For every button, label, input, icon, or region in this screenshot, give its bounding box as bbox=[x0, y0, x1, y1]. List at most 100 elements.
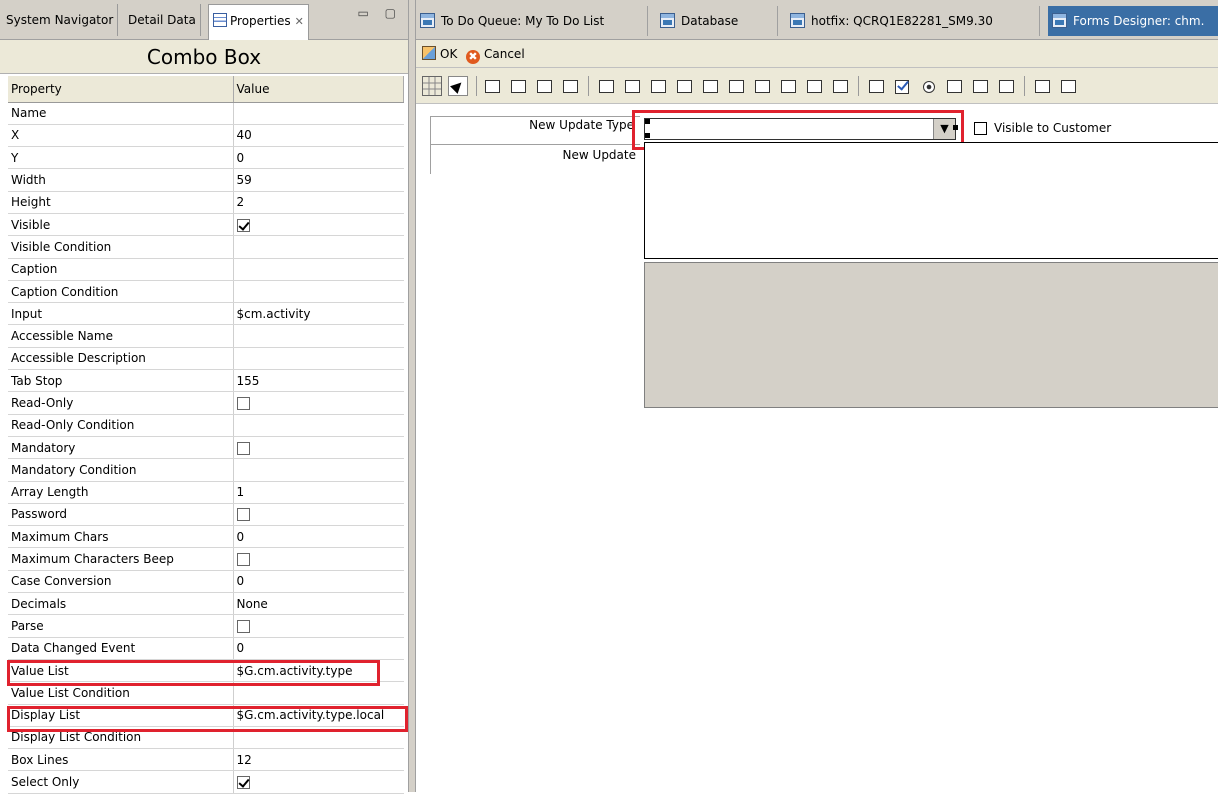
grid-layout-2-icon[interactable] bbox=[1058, 76, 1078, 96]
tab-properties[interactable]: Properties ✕ bbox=[208, 4, 309, 40]
checkbox-icon[interactable] bbox=[892, 76, 912, 96]
property-value[interactable]: 0 bbox=[233, 146, 404, 170]
grid-icon[interactable] bbox=[422, 76, 442, 96]
property-value[interactable] bbox=[233, 614, 404, 638]
property-value[interactable]: 1 bbox=[233, 481, 404, 504]
minimize-maximize-icons[interactable]: ▭ ▢ bbox=[358, 6, 403, 20]
property-value[interactable] bbox=[233, 391, 404, 415]
property-value[interactable] bbox=[233, 213, 404, 237]
property-value[interactable]: 0 bbox=[233, 637, 404, 660]
table-row[interactable]: X 40 bbox=[8, 124, 404, 148]
radio-button-icon[interactable] bbox=[918, 76, 938, 96]
table-row[interactable]: Caption bbox=[8, 258, 404, 281]
panel-icon[interactable] bbox=[560, 76, 580, 96]
chevron-down-icon[interactable]: ▼ bbox=[933, 119, 955, 139]
table-row[interactable]: Visible bbox=[8, 213, 404, 237]
table-row[interactable]: Display List $G.cm.activity.type.local bbox=[8, 704, 404, 727]
tab-forms-designer[interactable]: Forms Designer: chm. bbox=[1048, 6, 1218, 36]
property-value[interactable]: 59 bbox=[233, 168, 404, 192]
cancel-button[interactable]: ✖ Cancel bbox=[466, 44, 525, 64]
frame-icon[interactable] bbox=[482, 76, 502, 96]
property-value[interactable]: $G.cm.activity.type bbox=[233, 659, 404, 683]
close-icon[interactable]: ✕ bbox=[295, 15, 304, 28]
property-value[interactable] bbox=[233, 102, 404, 125]
pane-splitter[interactable] bbox=[408, 0, 416, 792]
group-icon[interactable] bbox=[508, 76, 528, 96]
property-checkbox[interactable] bbox=[236, 553, 250, 567]
tree-icon[interactable] bbox=[970, 76, 990, 96]
chart-icon[interactable] bbox=[996, 76, 1016, 96]
select-pointer-icon[interactable] bbox=[448, 76, 468, 96]
tab-detail-data[interactable]: Detail Data bbox=[124, 4, 201, 36]
table-row[interactable]: Array Length 1 bbox=[8, 481, 404, 504]
table-row[interactable]: Height 2 bbox=[8, 191, 404, 214]
property-value[interactable]: $cm.activity bbox=[233, 302, 404, 326]
table-row[interactable]: Name bbox=[8, 102, 404, 125]
spin-icon[interactable] bbox=[778, 76, 798, 96]
table-row[interactable]: Value List $G.cm.activity.type bbox=[8, 659, 404, 683]
label-icon[interactable] bbox=[534, 76, 554, 96]
property-value[interactable]: 12 bbox=[233, 748, 404, 772]
property-value[interactable]: 2 bbox=[233, 191, 404, 214]
property-checkbox[interactable] bbox=[236, 441, 250, 455]
link-icon[interactable] bbox=[596, 76, 616, 96]
property-value[interactable] bbox=[233, 324, 404, 348]
property-value[interactable]: 0 bbox=[233, 525, 404, 549]
property-value[interactable] bbox=[233, 414, 404, 437]
table-row[interactable]: Width 59 bbox=[8, 168, 404, 192]
table-row[interactable]: Decimals None bbox=[8, 592, 404, 616]
button-icon[interactable] bbox=[866, 76, 886, 96]
text-box-icon[interactable] bbox=[622, 76, 642, 96]
table-row[interactable]: Value List Condition bbox=[8, 681, 404, 705]
columns-icon[interactable] bbox=[830, 76, 850, 96]
combo-box-icon[interactable] bbox=[726, 76, 746, 96]
property-value[interactable] bbox=[233, 458, 404, 482]
ok-button[interactable]: OK bbox=[422, 44, 457, 64]
table-row[interactable]: Accessible Name bbox=[8, 324, 404, 348]
visible-to-customer-checkbox[interactable] bbox=[974, 122, 987, 135]
property-value[interactable] bbox=[233, 503, 404, 527]
property-value[interactable]: 0 bbox=[233, 570, 404, 594]
edit-icon[interactable] bbox=[944, 76, 964, 96]
grid-layout-icon[interactable] bbox=[1032, 76, 1052, 96]
slider-icon[interactable] bbox=[804, 76, 824, 96]
resize-handle[interactable] bbox=[645, 133, 650, 138]
table-row[interactable]: Display List Condition bbox=[8, 726, 404, 750]
table-row[interactable]: Caption Condition bbox=[8, 280, 404, 304]
property-checkbox[interactable] bbox=[236, 776, 250, 790]
property-value[interactable]: 155 bbox=[233, 369, 404, 393]
tab-hotfix[interactable]: hotfix: QCRQ1E82281_SM9.30 bbox=[786, 6, 1040, 36]
text-area-icon[interactable] bbox=[700, 76, 720, 96]
table-row[interactable]: Password bbox=[8, 503, 404, 527]
new-update-type-combo[interactable]: ▼ bbox=[644, 118, 956, 140]
property-value[interactable] bbox=[233, 436, 404, 460]
table-row[interactable]: Accessible Description bbox=[8, 347, 404, 371]
table-row[interactable]: Data Changed Event 0 bbox=[8, 637, 404, 660]
tab-system-navigator[interactable]: System Navigator bbox=[2, 4, 119, 36]
table-row[interactable]: Y0 bbox=[8, 146, 404, 170]
table-row[interactable]: Select Only bbox=[8, 770, 404, 794]
property-value[interactable] bbox=[233, 547, 404, 571]
table-icon[interactable] bbox=[752, 76, 772, 96]
resize-handle[interactable] bbox=[953, 125, 958, 130]
property-value[interactable] bbox=[233, 235, 404, 259]
property-checkbox[interactable] bbox=[236, 508, 250, 522]
property-checkbox[interactable] bbox=[236, 397, 250, 410]
property-value[interactable] bbox=[233, 726, 404, 750]
new-update-textarea[interactable] bbox=[644, 142, 1218, 259]
table-row[interactable]: Parse bbox=[8, 614, 404, 638]
table-row[interactable]: Mandatory Condition bbox=[8, 458, 404, 482]
property-checkbox[interactable] bbox=[236, 218, 250, 232]
table-row[interactable]: Tab Stop 155 bbox=[8, 369, 404, 393]
property-value[interactable]: None bbox=[233, 592, 404, 616]
table-row[interactable]: Input $cm.activity bbox=[8, 302, 404, 326]
property-checkbox[interactable] bbox=[236, 619, 250, 633]
property-value[interactable]: $G.cm.activity.type.local bbox=[233, 704, 404, 727]
property-value[interactable] bbox=[233, 347, 404, 371]
image-icon[interactable] bbox=[648, 76, 668, 96]
table-row[interactable]: Visible Condition bbox=[8, 235, 404, 259]
table-row[interactable]: Maximum Chars 0 bbox=[8, 525, 404, 549]
table-row[interactable]: Maximum Characters Beep bbox=[8, 547, 404, 571]
property-value[interactable] bbox=[233, 770, 404, 794]
splitter-icon[interactable] bbox=[674, 76, 694, 96]
